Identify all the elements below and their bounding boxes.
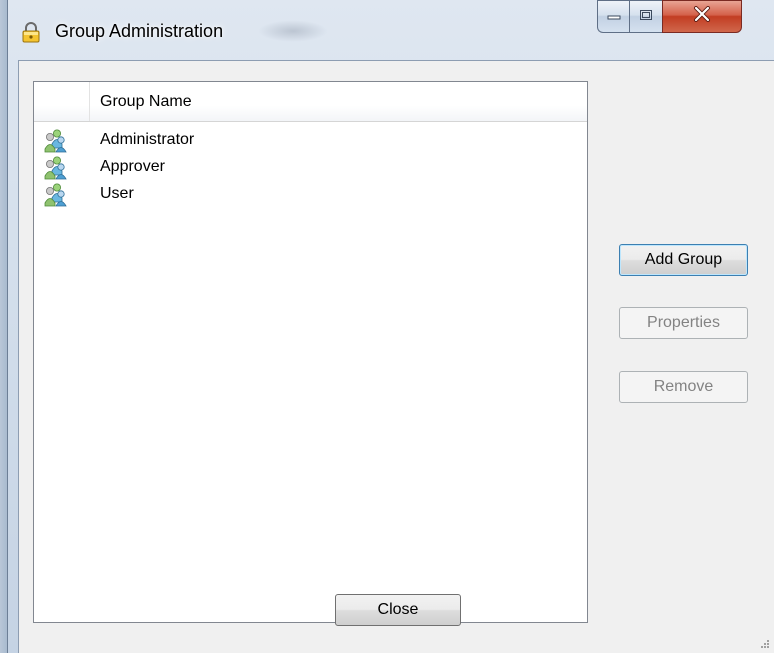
group-users-icon [42,182,68,208]
close-icon [693,6,711,27]
add-group-button[interactable]: Add Group [619,244,748,276]
group-name: Approver [100,158,165,175]
minimize-icon [607,8,621,26]
maximize-icon [639,8,653,26]
close-button[interactable]: Close [335,594,461,626]
padlock-icon [20,21,42,43]
window-title: Group Administration [55,21,224,41]
group-name: Administrator [100,131,195,148]
column-header-icon[interactable] [34,82,90,121]
remove-button[interactable]: Remove [619,371,748,403]
list-item[interactable]: User [34,182,587,211]
column-header-group-name[interactable]: Group Name [100,93,192,111]
group-users-icon [42,155,68,181]
list-header: Group Name [34,82,587,122]
properties-button[interactable]: Properties [619,307,748,339]
list-item[interactable]: Administrator [34,128,587,157]
maximize-button[interactable] [629,0,662,33]
group-users-icon [42,128,68,154]
minimize-button[interactable] [597,0,629,33]
list-item[interactable]: Approver [34,155,587,184]
group-list[interactable]: Group Name Administrator Approver User [33,81,588,623]
close-window-button[interactable] [662,0,742,33]
caption-buttons [597,0,742,34]
resize-grip-icon[interactable] [758,638,770,650]
title-bar[interactable]: Group Administration [8,0,774,60]
title-bar-glow [258,20,328,42]
list-rows: Administrator Approver User [34,128,587,211]
group-name: User [100,185,134,202]
